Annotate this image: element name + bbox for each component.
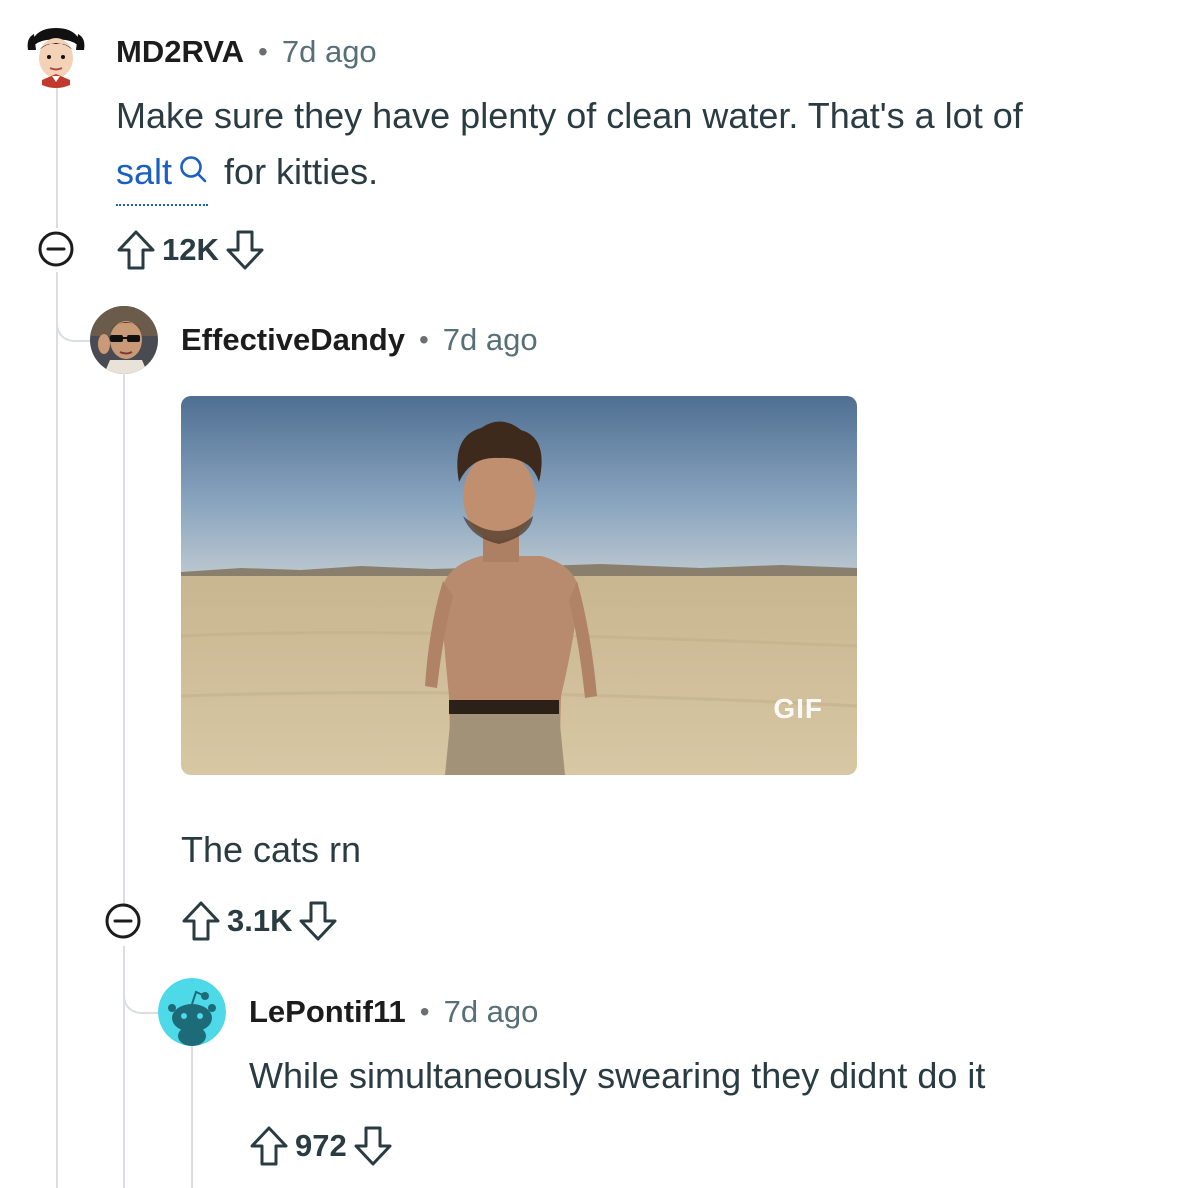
search-term-link[interactable]: salt xyxy=(116,144,209,206)
comment-meta: LePontif11 • 7d ago xyxy=(249,994,538,1030)
comment-timestamp[interactable]: 7d ago xyxy=(443,322,538,358)
vote-bar: 972 xyxy=(249,1124,393,1168)
collapse-button[interactable] xyxy=(38,231,74,267)
collapse-button[interactable] xyxy=(105,903,141,939)
avatar-effectivedandy[interactable] xyxy=(90,306,158,374)
downvote-arrow-icon[interactable] xyxy=(298,899,338,943)
thread-line-reply-1 xyxy=(123,374,125,904)
upvote-arrow-icon[interactable] xyxy=(181,899,221,943)
comment-text: While simultaneously swearing they didnt… xyxy=(249,1055,986,1096)
gif-badge: GIF xyxy=(773,693,823,724)
thread-line-root xyxy=(56,88,58,228)
comment-text-continued: for kitties. xyxy=(224,151,379,192)
meta-separator: • xyxy=(419,996,430,1027)
search-icon xyxy=(178,144,208,200)
avatar-md2rva[interactable] xyxy=(22,20,90,88)
username-link[interactable]: EffectiveDandy xyxy=(181,322,405,358)
thread-line-root-lower xyxy=(56,272,58,1188)
comment-timestamp[interactable]: 7d ago xyxy=(282,34,377,70)
search-term-label: salt xyxy=(116,151,173,192)
comment-body: Make sure they have plenty of clean wate… xyxy=(116,88,1176,206)
comment-body: The cats rn xyxy=(181,822,361,878)
comment-text: Make sure they have plenty of clean wate… xyxy=(116,95,1023,136)
downvote-arrow-icon[interactable] xyxy=(353,1124,393,1168)
avatar-lepontif11[interactable] xyxy=(158,978,226,1046)
collapse-minus-icon xyxy=(105,903,141,939)
comment-text: The cats rn xyxy=(181,829,362,870)
vote-bar: 12K xyxy=(116,228,265,272)
username-link[interactable]: LePontif11 xyxy=(249,994,406,1030)
meta-separator: • xyxy=(418,324,429,355)
vote-score: 3.1K xyxy=(227,903,293,938)
vote-score: 12K xyxy=(162,232,219,267)
thread-elbow-reply-2 xyxy=(123,970,159,1014)
vote-bar: 3.1K xyxy=(181,899,338,943)
meta-separator: • xyxy=(258,36,268,67)
comment-timestamp[interactable]: 7d ago xyxy=(444,994,539,1030)
comment-body: While simultaneously swearing they didnt… xyxy=(249,1048,985,1104)
upvote-arrow-icon[interactable] xyxy=(116,228,156,272)
gif-embed[interactable]: GIF xyxy=(181,396,857,775)
downvote-arrow-icon[interactable] xyxy=(225,228,265,272)
collapse-minus-icon xyxy=(38,231,74,267)
gif-image xyxy=(181,396,857,775)
comment-meta: MD2RVA • 7d ago xyxy=(116,34,377,70)
thread-line-reply-2 xyxy=(191,1046,193,1188)
comment-meta: EffectiveDandy • 7d ago xyxy=(181,322,538,358)
username-link[interactable]: MD2RVA xyxy=(116,34,244,70)
vote-score: 972 xyxy=(295,1128,347,1163)
thread-elbow-reply-1 xyxy=(56,300,92,342)
upvote-arrow-icon[interactable] xyxy=(249,1124,289,1168)
